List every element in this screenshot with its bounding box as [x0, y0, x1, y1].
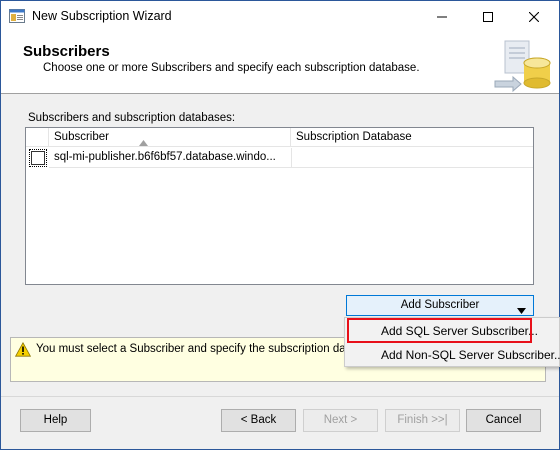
checkbox-column-header	[26, 128, 49, 147]
database-graphic-icon	[491, 37, 553, 93]
help-button[interactable]: Help	[20, 409, 91, 432]
warning-message: You must select a Subscriber and specify…	[36, 343, 374, 355]
cell-divider	[291, 148, 292, 168]
warning-icon	[14, 341, 32, 357]
page-subtitle: Choose one or more Subscribers and speci…	[43, 62, 420, 74]
grid-header: Subscriber Subscription Database	[26, 128, 533, 147]
row-divider	[49, 167, 533, 168]
subscriber-cell: sql-mi-publisher.b6f6bf57.database.windo…	[54, 151, 276, 163]
window-title: New Subscription Wizard	[32, 9, 172, 23]
footer-divider	[1, 396, 559, 397]
next-button[interactable]: Next >	[303, 409, 378, 432]
close-button[interactable]	[511, 1, 557, 32]
add-subscriber-button[interactable]: Add Subscriber	[346, 295, 534, 316]
subscriber-column-label: Subscriber	[54, 131, 109, 143]
finish-button[interactable]: Finish >>|	[385, 409, 460, 432]
maximize-button[interactable]	[465, 1, 511, 32]
wizard-app-icon	[9, 9, 25, 23]
subscription-database-column-header[interactable]: Subscription Database	[291, 128, 533, 147]
page-title: Subscribers	[23, 43, 110, 60]
subscriber-column-header[interactable]: Subscriber	[49, 128, 291, 147]
subscription-database-column-label: Subscription Database	[296, 131, 412, 143]
highlight-annotation	[347, 318, 532, 343]
menu-item-add-non-sql-server-subscriber[interactable]: Add Non-SQL Server Subscriber...	[345, 344, 560, 366]
cancel-button[interactable]: Cancel	[466, 409, 541, 432]
table-row[interactable]: sql-mi-publisher.b6f6bf57.database.windo…	[26, 148, 533, 168]
back-button[interactable]: < Back	[221, 409, 296, 432]
grid-label: Subscribers and subscription databases:	[28, 112, 236, 124]
wizard-window: New Subscription Wizard Subscribers Choo…	[0, 0, 560, 450]
subscriber-checkbox[interactable]	[29, 149, 47, 167]
add-subscriber-label: Add Subscriber	[400, 299, 480, 311]
subscribers-grid: Subscriber Subscription Database sql-mi-…	[25, 127, 534, 285]
wizard-header: Subscribers Choose one or more Subscribe…	[1, 32, 559, 94]
minimize-button[interactable]	[419, 1, 465, 32]
title-bar: New Subscription Wizard	[1, 1, 559, 32]
